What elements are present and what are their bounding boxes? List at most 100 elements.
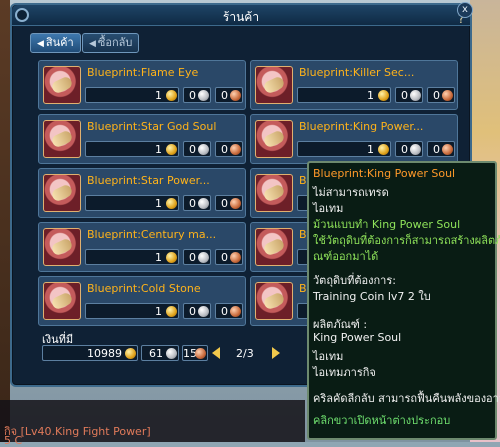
tooltip-line: คลิกขวาเปิดหน้าต่างประกอบ [313, 414, 451, 427]
corner-ornament-icon [15, 8, 29, 22]
price-silver: 0 [183, 87, 211, 103]
item-name: Blueprint:Cold Stone [87, 282, 201, 295]
blueprint-scroll-icon [43, 228, 81, 266]
silver-coin-icon [198, 198, 209, 209]
price-copper-value: 0 [221, 197, 228, 210]
price-copper-value: 0 [433, 89, 440, 102]
blueprint-scroll-icon [255, 66, 293, 104]
money-gold-value: 10989 [87, 347, 122, 360]
price-copper: 0 [215, 141, 243, 157]
price-copper-value: 0 [433, 143, 440, 156]
item-name: Blueprint:Killer Sec... [299, 66, 415, 79]
price-silver-value: 0 [189, 89, 196, 102]
shop-item-slot[interactable]: Blueprint:Flame Eye 1 0 0 [38, 60, 246, 110]
gold-coin-icon [378, 144, 389, 155]
item-name: Blueprint:Flame Eye [87, 66, 199, 79]
gold-coin-icon [166, 306, 177, 317]
gold-coin-icon [378, 90, 389, 101]
price-copper: 0 [427, 87, 455, 103]
item-name: Blueprint:Star Power... [87, 174, 210, 187]
tooltip-line: ไอเทมภารกิจ [313, 366, 376, 379]
price-copper-value: 0 [221, 251, 228, 264]
price-gold-value: 1 [155, 89, 162, 102]
copper-coin-icon [442, 144, 453, 155]
blueprint-scroll-icon [43, 282, 81, 320]
price-gold: 1 [85, 195, 179, 211]
copper-coin-icon [195, 348, 206, 359]
chat-line-2: 5 C [4, 434, 23, 447]
blueprint-scroll-icon [43, 174, 81, 212]
shop-item-slot[interactable]: Blueprint:Star God Soul 1 0 0 [38, 114, 246, 164]
tooltip-title: Blueprint:King Power Soul [313, 167, 456, 180]
price-silver: 0 [395, 87, 423, 103]
tab-buyback[interactable]: ◀ ซื้อกลับ [82, 33, 140, 53]
price-gold: 1 [85, 249, 179, 265]
price-silver-value: 0 [401, 89, 408, 102]
price-gold-value: 1 [367, 143, 374, 156]
silver-coin-icon [198, 252, 209, 263]
tooltip-line: ณฑ์ออกมาได้ [313, 250, 379, 263]
money-copper: 15 [182, 345, 208, 361]
price-gold-value: 1 [367, 89, 374, 102]
gold-coin-icon [166, 90, 177, 101]
silver-coin-icon [198, 90, 209, 101]
price-gold: 1 [297, 141, 391, 157]
price-gold-value: 1 [155, 305, 162, 318]
tooltip-line: คริลคัดลีกลับ สามารถฟื้นคืนพลังของอาวุธ [313, 392, 500, 405]
silver-coin-icon [198, 306, 209, 317]
prev-page-icon[interactable] [212, 347, 220, 359]
shop-item-slot[interactable]: Blueprint:Century ma... 1 0 0 [38, 222, 246, 272]
price-copper: 0 [215, 195, 243, 211]
price-silver: 0 [183, 141, 211, 157]
silver-coin-icon [410, 144, 421, 155]
copper-coin-icon [230, 252, 241, 263]
shop-item-slot[interactable]: Blueprint:Killer Sec... 1 0 0 [250, 60, 458, 110]
tab-shop-label: สินค้า [45, 36, 74, 49]
copper-coin-icon [230, 144, 241, 155]
gold-coin-icon [166, 252, 177, 263]
price-copper: 0 [215, 87, 243, 103]
price-gold: 1 [85, 141, 179, 157]
gold-coin-icon [166, 198, 177, 209]
blueprint-scroll-icon [255, 120, 293, 158]
shop-item-slot[interactable]: Blueprint:Cold Stone 1 0 0 [38, 276, 246, 326]
shop-item-slot[interactable]: Blueprint:King Power... 1 0 0 [250, 114, 458, 164]
price-silver-value: 0 [189, 197, 196, 210]
price-gold: 1 [297, 87, 391, 103]
tab-shop[interactable]: ◀ สินค้า [30, 33, 81, 53]
tooltip-line: King Power Soul [313, 331, 402, 344]
price-silver: 0 [183, 303, 211, 319]
scene-left-edge [0, 0, 10, 442]
copper-coin-icon [230, 198, 241, 209]
close-button[interactable]: x [457, 2, 473, 18]
item-tooltip: Blueprint:King Power Soul ไม่สามารถเทรดไ… [307, 161, 500, 440]
money-silver: 61 [141, 345, 179, 361]
blueprint-scroll-icon [43, 120, 81, 158]
price-silver: 0 [183, 195, 211, 211]
silver-coin-icon [410, 90, 421, 101]
price-silver: 0 [183, 249, 211, 265]
price-gold-value: 1 [155, 143, 162, 156]
price-silver: 0 [395, 141, 423, 157]
price-gold: 1 [85, 87, 179, 103]
blueprint-scroll-icon [255, 282, 293, 320]
window-title: ร้านค้า [222, 10, 260, 24]
price-silver-value: 0 [189, 251, 196, 264]
chat-line-1: กิจ [Lv40.King Fight Power] [4, 425, 151, 438]
price-silver-value: 0 [189, 305, 196, 318]
price-copper: 0 [427, 141, 455, 157]
blueprint-scroll-icon [43, 66, 81, 104]
price-gold-value: 1 [155, 197, 162, 210]
silver-coin-icon [198, 144, 209, 155]
copper-coin-icon [230, 306, 241, 317]
price-gold: 1 [85, 303, 179, 319]
gold-coin-icon [125, 348, 136, 359]
tab-buyback-label: ซื้อกลับ [97, 36, 133, 49]
shop-item-slot[interactable]: Blueprint:Star Power... 1 0 0 [38, 168, 246, 218]
blueprint-scroll-icon [255, 174, 293, 212]
next-page-icon[interactable] [272, 347, 280, 359]
money-gold: 10989 [42, 345, 138, 361]
blueprint-scroll-icon [255, 228, 293, 266]
price-copper: 0 [215, 303, 243, 319]
copper-coin-icon [230, 90, 241, 101]
